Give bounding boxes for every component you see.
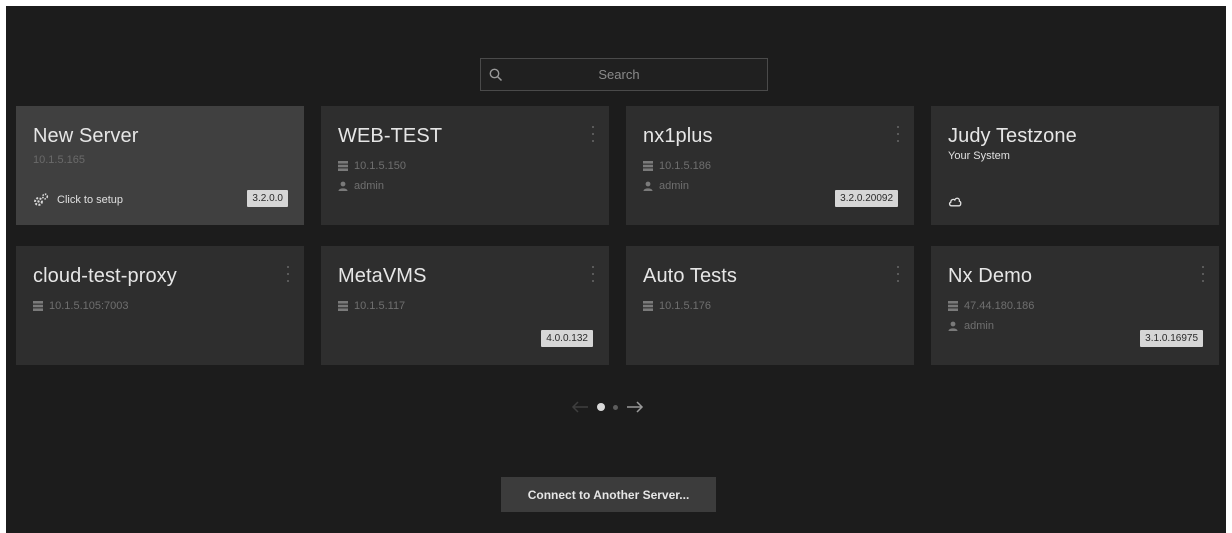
user-icon <box>948 321 958 331</box>
server-icon <box>338 301 348 311</box>
more-options-icon[interactable] <box>896 126 900 142</box>
search-input[interactable] <box>503 66 735 83</box>
tile-ip: 10.1.5.176 <box>659 300 711 312</box>
tile-ip: 10.1.5.150 <box>354 160 406 172</box>
tile-name: Judy Testzone <box>948 125 1077 147</box>
version-badge: 3.2.0.20092 <box>835 190 898 207</box>
version-badge: 3.1.0.16975 <box>1140 330 1203 347</box>
version-badge: 4.0.0.132 <box>541 330 593 347</box>
tile-name: MetaVMS <box>338 265 427 287</box>
tile-ip-row: 10.1.5.117 <box>338 298 593 314</box>
gears-icon <box>34 193 49 206</box>
more-options-icon[interactable] <box>286 266 290 282</box>
tile-user: admin <box>964 320 994 332</box>
page-dot[interactable] <box>613 404 618 410</box>
server-icon <box>643 161 653 171</box>
server-tile-new-server[interactable]: New Server 10.1.5.165 Click to setup 3.2… <box>16 106 304 225</box>
tile-ip-row: 10.1.5.186 <box>643 158 898 174</box>
server-tile-nx1plus[interactable]: nx1plus 10.1.5.186 admin 3.2.0.20092 <box>626 106 914 225</box>
version-badge: 3.2.0.0 <box>247 190 288 207</box>
arrow-right-icon[interactable] <box>626 401 644 413</box>
tile-ip-row: 47.44.180.186 <box>948 298 1203 314</box>
setup-label: Click to setup <box>57 194 124 206</box>
server-tile-auto-tests[interactable]: Auto Tests 10.1.5.176 <box>626 246 914 365</box>
tile-name: cloud-test-proxy <box>33 265 177 287</box>
tile-name: nx1plus <box>643 125 713 147</box>
tile-user: admin <box>659 180 689 192</box>
tile-ip-row: 10.1.5.176 <box>643 298 898 314</box>
server-icon <box>643 301 653 311</box>
more-options-icon[interactable] <box>1201 266 1205 282</box>
search-box[interactable] <box>480 58 768 91</box>
user-icon <box>643 181 653 191</box>
connect-to-another-server-button[interactable]: Connect to Another Server... <box>501 477 716 512</box>
tile-name: WEB-TEST <box>338 125 443 147</box>
tile-ip-row: 10.1.5.105:7003 <box>33 298 288 314</box>
server-tile-nx-demo[interactable]: Nx Demo 47.44.180.186 admin 3.1.0.16975 <box>931 246 1219 365</box>
user-icon <box>338 181 348 191</box>
tile-ip-row: 10.1.5.150 <box>338 158 593 174</box>
tile-ip: 47.44.180.186 <box>964 300 1035 312</box>
page-dot-active[interactable] <box>597 403 605 411</box>
tile-name: Nx Demo <box>948 265 1033 287</box>
tile-ip: 10.1.5.186 <box>659 160 711 172</box>
server-tile-web-test[interactable]: WEB-TEST 10.1.5.150 admin <box>321 106 609 225</box>
setup-link[interactable]: Click to setup <box>33 193 123 207</box>
more-options-icon[interactable] <box>896 266 900 282</box>
tile-subtitle: Your System <box>948 150 1010 162</box>
tile-ip: 10.1.5.117 <box>354 300 406 312</box>
welcome-screen: New Server 10.1.5.165 Click to setup 3.2… <box>6 6 1226 533</box>
tile-ip: 10.1.5.105:7003 <box>49 300 129 312</box>
arrow-left-icon[interactable] <box>571 401 589 413</box>
server-tile-metavms[interactable]: MetaVMS 10.1.5.117 4.0.0.132 <box>321 246 609 365</box>
tile-name: New Server <box>33 125 139 147</box>
server-icon <box>948 301 958 311</box>
server-tile-cloud-test-proxy[interactable]: cloud-test-proxy 10.1.5.105:7003 <box>16 246 304 365</box>
search-icon <box>489 68 503 81</box>
server-icon <box>33 301 43 311</box>
tile-name: Auto Tests <box>643 265 738 287</box>
tile-user: admin <box>354 180 384 192</box>
more-options-icon[interactable] <box>591 266 595 282</box>
cloud-icon <box>948 197 962 207</box>
pagination <box>571 401 644 413</box>
tile-user-row: admin <box>338 178 593 194</box>
more-options-icon[interactable] <box>591 126 595 142</box>
server-tile-judy-testzone[interactable]: Judy Testzone Your System <box>931 106 1219 225</box>
tile-ip: 10.1.5.165 <box>33 154 85 166</box>
server-icon <box>338 161 348 171</box>
